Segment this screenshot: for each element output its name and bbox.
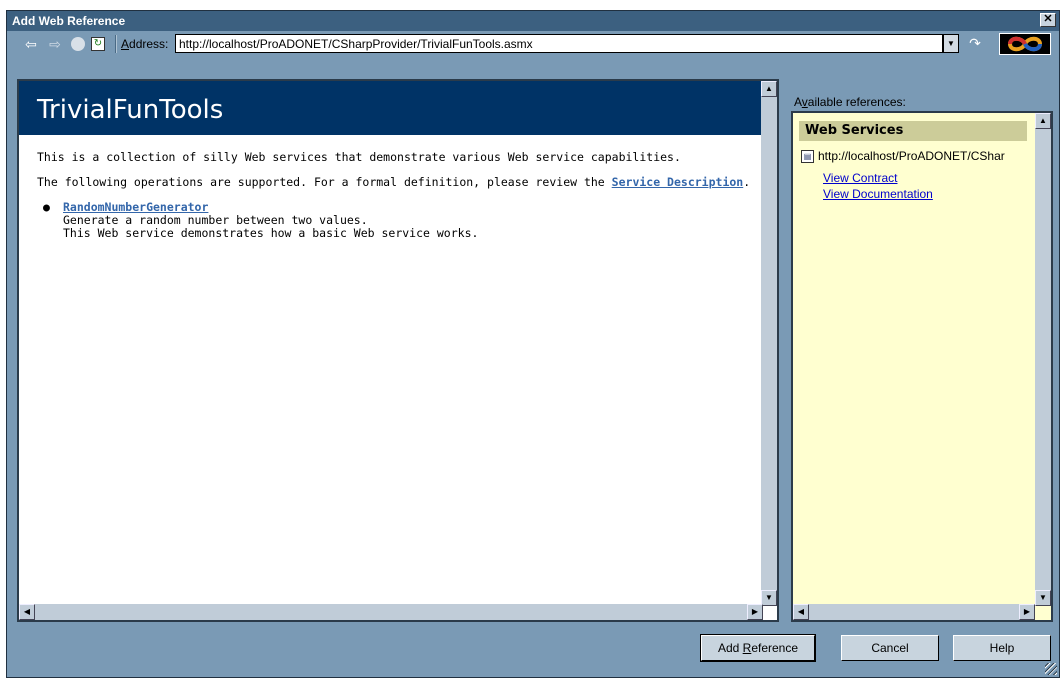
cancel-button[interactable]: Cancel	[841, 635, 939, 661]
stop-icon[interactable]	[71, 37, 85, 51]
close-icon: ✕	[1043, 13, 1053, 25]
horizontal-scrollbar[interactable]: ◀ ▶	[19, 604, 763, 620]
scroll-up-button[interactable]: ▲	[761, 81, 777, 97]
operation-description: This Web service demonstrates how a basi…	[63, 226, 479, 240]
address-input[interactable]	[175, 34, 943, 53]
side-scroll-right-button[interactable]: ▶	[1019, 604, 1035, 620]
view-contract-link[interactable]: View Contract	[823, 171, 897, 185]
scroll-right-button[interactable]: ▶	[747, 604, 763, 620]
available-references-pane: Web Services ▤ http://localhost/ProADONET…	[791, 111, 1053, 622]
side-scroll-down-button[interactable]: ▼	[1035, 590, 1051, 606]
available-references-label: Available references:	[794, 95, 906, 109]
web-service-item[interactable]: ▤ http://localhost/ProADONET/CShar	[801, 149, 1005, 164]
vertical-scrollbar[interactable]: ▲ ▼	[761, 81, 777, 606]
scroll-left-button[interactable]: ◀	[19, 604, 35, 620]
side-scroll-left-button[interactable]: ◀	[793, 604, 809, 620]
web-service-icon: ▤	[801, 150, 814, 164]
web-services-header: Web Services	[799, 121, 1027, 141]
side-vertical-scrollbar[interactable]: ▲ ▼	[1035, 113, 1051, 606]
page-body: This is a collection of silly Web servic…	[37, 151, 757, 240]
operations-list: ● RandomNumberGenerator Generate a rando…	[43, 200, 757, 240]
side-scroll-up-button[interactable]: ▲	[1035, 113, 1051, 129]
side-horizontal-scrollbar[interactable]: ◀ ▶	[793, 604, 1035, 620]
toolbar-separator	[115, 35, 117, 53]
help-button[interactable]: Help	[953, 635, 1051, 661]
browser-pane: TrivialFunTools This is a collection of …	[17, 79, 779, 622]
address-dropdown-button[interactable]: ▼	[943, 34, 959, 53]
page-title: TrivialFunTools	[19, 81, 763, 135]
toolbar: ⇦ ⇨ ↻ Address: ▼ ↷	[7, 32, 1059, 56]
forward-arrow-icon[interactable]: ⇨	[47, 36, 63, 52]
intro-text: This is a collection of silly Web servic…	[37, 150, 681, 164]
close-button[interactable]: ✕	[1040, 13, 1056, 27]
operation-link[interactable]: RandomNumberGenerator	[63, 200, 208, 214]
resize-grip-icon[interactable]	[1045, 663, 1057, 675]
title-bar: Add Web Reference ✕	[7, 11, 1059, 31]
app-logo-icon	[999, 33, 1051, 55]
address-label: Address:	[121, 37, 169, 51]
bullet-icon: ●	[43, 200, 50, 214]
refresh-icon[interactable]: ↻	[91, 37, 105, 51]
scroll-down-button[interactable]: ▼	[761, 590, 777, 606]
operations-text: The following operations are supported. …	[37, 175, 751, 189]
window-title: Add Web Reference	[12, 14, 126, 28]
web-service-url: http://localhost/ProADONET/CShar	[818, 149, 1005, 163]
add-reference-button[interactable]: Add Reference	[700, 634, 816, 662]
go-icon[interactable]: ↷	[967, 35, 983, 51]
view-documentation-link[interactable]: View Documentation	[823, 187, 933, 201]
service-description-link[interactable]: Service Description	[612, 175, 744, 189]
operation-description: Generate a random number between two val…	[63, 213, 368, 227]
add-web-reference-dialog: Add Web Reference ✕ ⇦ ⇨ ↻ Address: ▼ ↷ T…	[6, 10, 1060, 678]
back-arrow-icon[interactable]: ⇦	[23, 36, 39, 52]
